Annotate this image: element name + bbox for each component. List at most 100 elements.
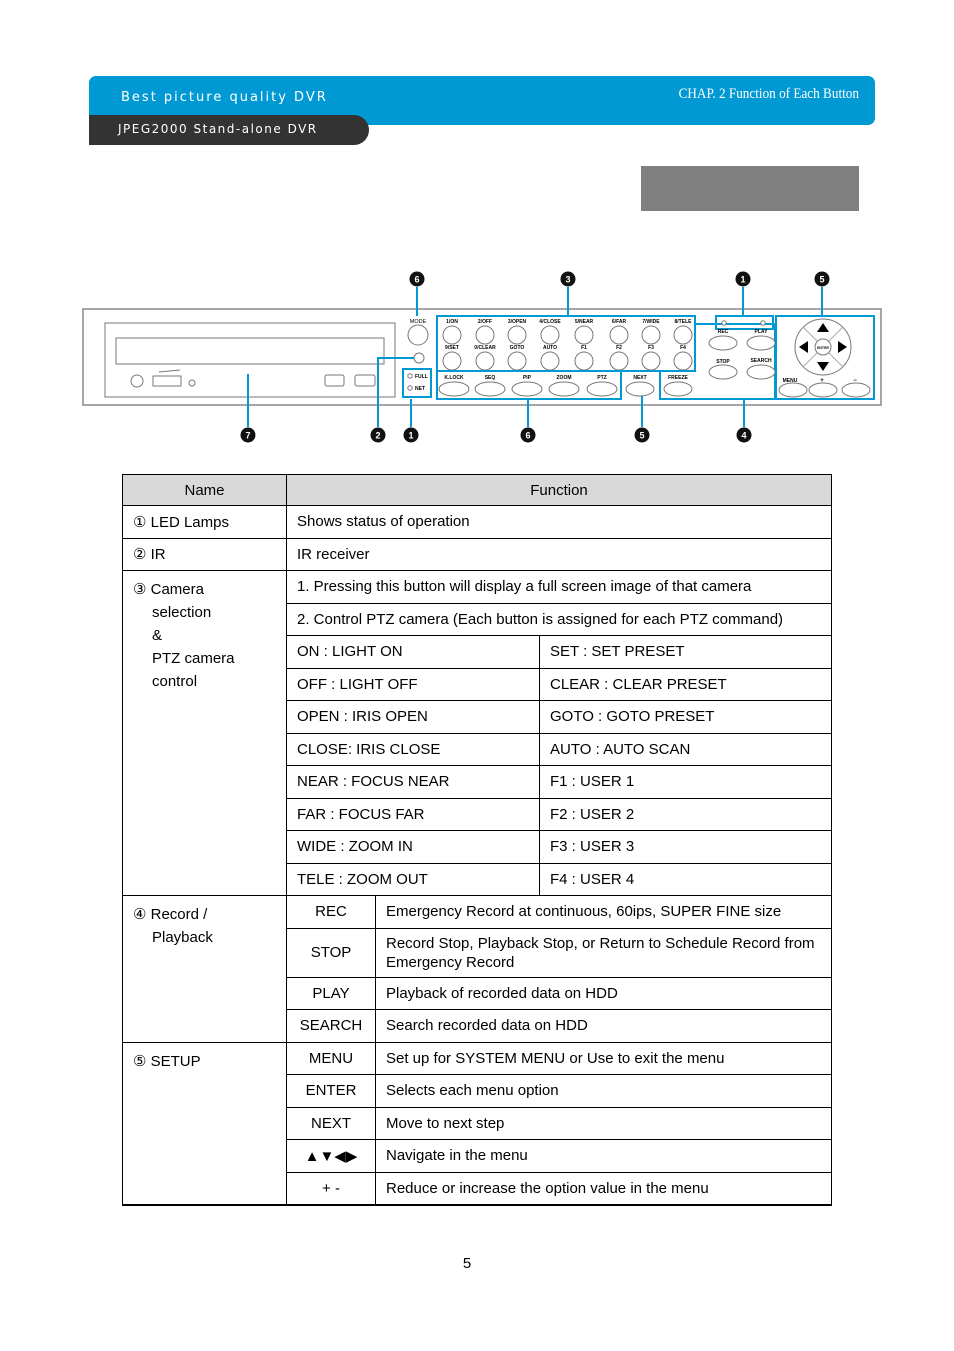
ptz-right: F2 : USER 2 [539,797,832,831]
ptz-left: FAR : FOCUS FAR [286,797,540,831]
ptz-left: OPEN : IRIS OPEN [286,700,540,734]
camera-button [507,351,527,371]
callout-1-top-label: 1 [740,275,745,285]
full-led [407,373,413,379]
button-function-table: Name Function ① LED Lamps Shows status o… [122,474,832,1206]
camera-button-label: F4 [680,345,686,351]
function-button [586,381,618,397]
function-button [474,381,506,397]
net-led-label: NET [415,386,425,392]
plus-button [808,382,838,398]
camera-button [475,325,495,345]
play-led [760,320,766,326]
header-name: Name [122,474,287,506]
camera-name-line: ③ Camera [133,581,204,598]
next-label: NEXT [633,375,646,381]
ptz-right: F3 : USER 3 [539,830,832,864]
camera-button [574,325,594,345]
camera-button-label: AUTO [543,345,557,351]
setup-key: ENTER [286,1074,376,1108]
camera-button [673,325,693,345]
function-button-label: PIP [523,375,532,381]
disk-lock [152,375,182,387]
search-label: SEARCH [750,358,772,364]
play-label: PLAY [755,329,769,335]
record-key: PLAY [286,976,376,1010]
freeze-button [663,381,693,397]
camera-name: ③ Camera selection & PTZ camera control [122,570,287,896]
camera-button [609,351,629,371]
camera-name-line: selection [152,604,212,621]
mode-button [407,324,429,346]
ptz-right: GOTO : GOTO PRESET [539,700,832,734]
mode-label: MODE [410,319,427,325]
setup-key: MENU [286,1041,376,1075]
record-key: REC [286,895,376,929]
led-name: ① LED Lamps [122,505,287,539]
record-name-line: Playback [152,929,213,946]
camera-button [574,351,594,371]
function-button-label: SEQ [485,375,496,381]
camera-name-line: control [152,673,198,690]
callout-2-bottom-label: 2 [375,431,380,441]
camera-button [475,351,495,371]
enter-label: ENTER [817,346,829,350]
section-title-placeholder [641,166,859,211]
camera-button [442,351,462,371]
callout-6-top-label: 6 [414,275,419,285]
camera-button [673,351,693,371]
led-function: Shows status of operation [286,505,832,539]
disk-power-button [130,374,144,388]
ptz-left: NEAR : FOCUS NEAR [286,765,540,799]
rec-button [708,335,738,351]
full-led-label: FULL [415,374,428,380]
setup-name: ⑤ SETUP [122,1041,287,1206]
setup-key: NEXT [286,1106,376,1140]
camera-button-label: GOTO [510,345,525,351]
callout-4-bottom-label: 4 [741,431,746,441]
front-panel-diagram: MODE FULL NET 1/ON 2/OFF 3/OPEN 4/CLOSE 5/NE… [80,265,890,450]
camera-button [507,325,527,345]
disk-led [188,379,196,387]
ptz-right: SET : SET PRESET [539,635,832,669]
disk-button-2 [354,374,376,387]
function-button-label: PTZ [597,375,606,381]
setup-key-arrows: ▲▼◀▶ [286,1139,376,1173]
table-row-setup: ⑤ SETUP MENU Set up for SYSTEM MENU or U… [122,1041,832,1206]
camera-desc-2: 2. Control PTZ camera (Each button is as… [286,602,832,636]
setup-desc: Navigate in the menu [375,1139,832,1173]
camera-button-label: 5/NEAR [575,319,594,325]
function-button [438,381,470,397]
setup-desc: Set up for SYSTEM MENU or Use to exit th… [375,1041,832,1075]
table-row-camera: ③ Camera selection & PTZ camera control … [122,570,832,896]
disk-slot [115,337,385,365]
banner-title: Best picture quality DVR [121,90,328,105]
sub-banner-title: JPEG2000 Stand-alone DVR [118,122,318,136]
table-header-row: Name Function [122,474,832,506]
record-desc: Emergency Record at continuous, 60ips, S… [375,895,832,929]
rec-label: REC [718,329,729,335]
function-button [548,381,580,397]
table-row-led: ① LED Lamps Shows status of operation [122,505,832,539]
rec-led [721,320,727,326]
record-desc: Search recorded data on HDD [375,1009,832,1043]
ptz-right: AUTO : AUTO SCAN [539,732,832,766]
camera-button-label: 9/SET [445,345,459,351]
function-button-label: K.LOCK [444,375,464,381]
camera-name-line: & [152,627,163,644]
camera-button-label: 0/CLEAR [474,345,496,351]
chapter-title: CHAP. 2 Function of Each Button [678,86,859,102]
camera-button-label: 4/CLOSE [539,319,561,325]
callout-7-bottom-label: 7 [245,431,250,441]
camera-button-label: 1/ON [446,319,458,325]
ptz-right: CLEAR : CLEAR PRESET [539,667,832,701]
stop-label: STOP [716,359,730,365]
camera-button [609,325,629,345]
ptz-left: OFF : LIGHT OFF [286,667,540,701]
camera-button-label: F3 [648,345,654,351]
freeze-label: FREEZE [668,375,688,381]
camera-button-label: F2 [616,345,622,351]
play-button [746,335,776,351]
camera-desc-1: 1. Pressing this button will display a f… [286,570,832,604]
record-name-line: ④ Record / [133,906,208,923]
